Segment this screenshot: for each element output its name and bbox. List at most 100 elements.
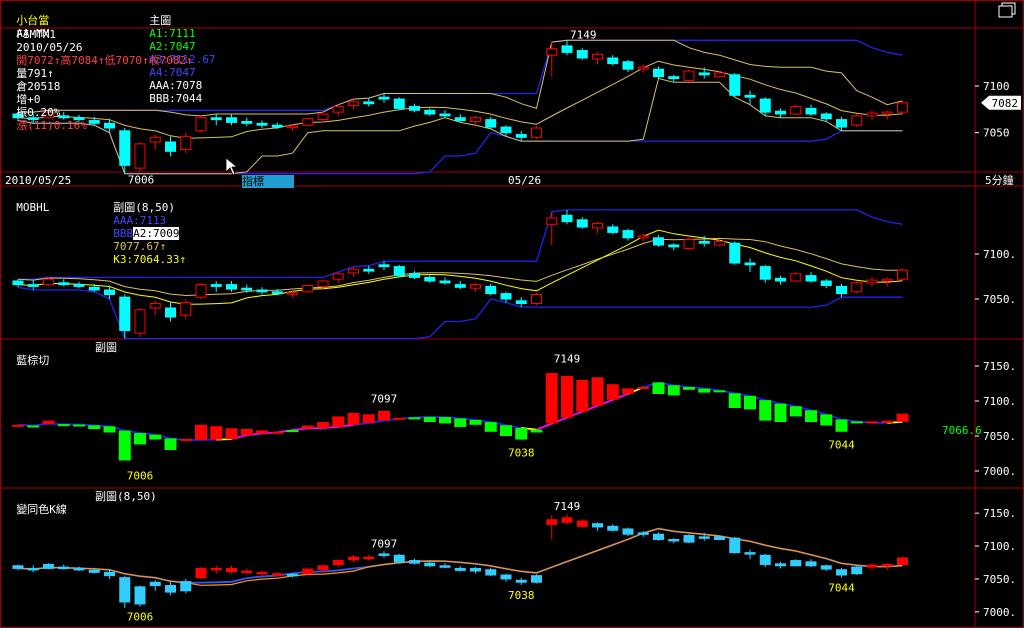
trend-block bbox=[652, 382, 665, 394]
panel3-axis-tick-label: 7050. bbox=[983, 430, 1016, 443]
trend-block bbox=[744, 395, 756, 410]
time-axis-date-2: 05/26 bbox=[508, 174, 542, 187]
panel4-candle-body bbox=[12, 565, 24, 569]
main-candle-body bbox=[866, 112, 878, 117]
mobhl-candle-body bbox=[27, 284, 39, 287]
trend-block bbox=[606, 384, 619, 400]
main-candle-body bbox=[820, 113, 832, 120]
mobhl-candle-body bbox=[851, 282, 863, 293]
price-annotation: 7097 bbox=[371, 537, 398, 550]
trend-block bbox=[545, 373, 558, 424]
panel2-a2: A2:7009 bbox=[133, 227, 180, 240]
mobhl-candle-body bbox=[561, 214, 573, 223]
main-candle-body bbox=[424, 109, 436, 115]
panel2-k2: 7077.67↑ bbox=[113, 240, 167, 253]
panel4-candle-body bbox=[195, 567, 207, 579]
trend-block bbox=[164, 438, 177, 450]
main-candle-body bbox=[271, 124, 283, 128]
panel4-candle-body bbox=[653, 533, 664, 540]
window-icon[interactable] bbox=[990, 0, 1020, 18]
trend-block bbox=[622, 388, 634, 394]
panel4-candle-body bbox=[271, 573, 283, 576]
mobhl-candle-body bbox=[729, 242, 741, 264]
trend-block bbox=[27, 425, 40, 428]
mobhl-candle-body bbox=[515, 300, 527, 304]
trend-block bbox=[484, 422, 497, 432]
mobhl-candle-body bbox=[195, 284, 207, 298]
panel4-candle-body bbox=[302, 568, 314, 575]
main-candle-body bbox=[836, 119, 847, 128]
main-candle-body bbox=[470, 117, 481, 122]
trend-block bbox=[667, 385, 680, 396]
panel3-header: 藍棕切 bbox=[3, 341, 49, 367]
main-candle-body bbox=[195, 117, 207, 132]
panel2-k3: K3:7064.33↑ bbox=[113, 253, 187, 266]
mobhl-candle-body bbox=[424, 276, 436, 282]
main-candle-body bbox=[439, 113, 451, 117]
mobhl-candle-body bbox=[241, 287, 253, 291]
main-candle-body bbox=[698, 72, 710, 76]
mobhl-candle-body bbox=[820, 280, 832, 286]
price-annotation: 7044 bbox=[828, 582, 855, 595]
mobhl-candle-body bbox=[409, 273, 420, 278]
mobhl-candle-body bbox=[378, 264, 390, 268]
trend-block bbox=[240, 429, 253, 436]
panel4-candle-body bbox=[73, 567, 85, 571]
trend-block bbox=[210, 426, 223, 440]
trend-block bbox=[362, 414, 375, 424]
main-candle-body bbox=[561, 45, 573, 53]
panel4-axis-tick-label: 7100. bbox=[983, 540, 1016, 553]
mobhl-candle-body bbox=[104, 289, 115, 295]
main-candle-body bbox=[744, 94, 756, 98]
main-candle-body bbox=[363, 101, 375, 105]
trend-block bbox=[683, 387, 695, 390]
mobhl-candle-body bbox=[805, 275, 817, 282]
panel4-candle-body bbox=[348, 556, 359, 561]
trend-block bbox=[118, 430, 131, 461]
trend-block bbox=[454, 418, 467, 427]
trend-block bbox=[835, 419, 848, 432]
symbol-label: FIMTX1 bbox=[16, 28, 56, 41]
panel4-candle-body bbox=[683, 535, 695, 543]
panel4-candle-body bbox=[439, 565, 451, 568]
trend-block bbox=[850, 421, 863, 424]
main-candle-body bbox=[332, 106, 344, 113]
high-value: 高7084↑ bbox=[60, 54, 105, 67]
main-candle-body bbox=[180, 135, 192, 150]
main-candle-body bbox=[149, 136, 161, 143]
main-candle-body bbox=[134, 143, 146, 169]
main-candle-body bbox=[683, 70, 695, 81]
panel4-candle-body bbox=[104, 571, 115, 577]
trend-block bbox=[42, 420, 55, 424]
mobhl-candle-body bbox=[256, 289, 268, 293]
trend-block bbox=[195, 424, 207, 440]
oi-value: 倉20518 bbox=[16, 80, 61, 93]
mobhl-candle-body bbox=[714, 240, 725, 246]
panel3-sub-label: 副圖 bbox=[95, 341, 117, 354]
panel4-candle-body bbox=[805, 561, 817, 567]
trend-block bbox=[637, 387, 650, 389]
mobhl-candle-body bbox=[73, 284, 85, 287]
trend-block bbox=[713, 390, 726, 393]
mobhl-candle-body bbox=[271, 291, 283, 295]
panel4-candle-body bbox=[622, 528, 634, 535]
panel4-candle-body bbox=[424, 562, 436, 567]
mobhl-candle-body bbox=[836, 285, 847, 295]
mobhl-candle-body bbox=[43, 278, 54, 286]
panel2-values: 副圖(8,50) AAA:7113 BBBA2:7009 7077.67↑ K3… bbox=[100, 188, 186, 266]
price-annotation: 7038 bbox=[508, 589, 535, 602]
panel4-candle-body bbox=[43, 563, 54, 569]
trend-block bbox=[12, 424, 24, 427]
trend-block bbox=[271, 431, 284, 434]
panel4-axis-tick-label: 7000. bbox=[983, 606, 1016, 619]
main-candle-body bbox=[805, 107, 817, 115]
main-candle-body bbox=[592, 53, 603, 60]
trend-line-segment bbox=[33, 422, 49, 427]
panel4-axis-tick-label: 7150. bbox=[983, 507, 1016, 520]
panel4-axis-tick-label: 7050. bbox=[983, 573, 1016, 586]
time-axis-date-1: 2010/05/25 bbox=[5, 174, 72, 187]
mobhl-candle-body bbox=[683, 239, 695, 250]
main-candle-body bbox=[790, 106, 802, 115]
panel4-candle-body bbox=[134, 586, 146, 605]
mobhl-candle-body bbox=[668, 244, 680, 248]
